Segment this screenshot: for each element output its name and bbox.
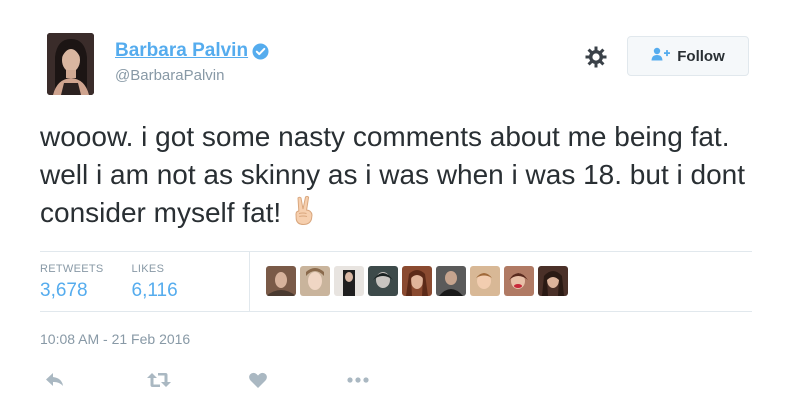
like-icon[interactable]: [248, 370, 268, 390]
liker-avatar[interactable]: [266, 266, 296, 296]
tweet-text: wooow. i got some nasty comments about m…: [40, 118, 760, 232]
author-avatar[interactable]: [47, 33, 94, 95]
add-user-icon: [651, 47, 671, 66]
gear-icon[interactable]: [584, 45, 608, 69]
liker-avatar[interactable]: [504, 266, 534, 296]
victory-hand-emoji: [289, 194, 319, 226]
stats-top-divider: [40, 251, 752, 252]
more-icon[interactable]: [346, 370, 372, 390]
tweet-card: Barbara Palvin @BarbaraPalvin Follow woo…: [0, 0, 795, 410]
author-display-name[interactable]: Barbara Palvin: [115, 40, 248, 62]
liker-avatar[interactable]: [334, 266, 364, 296]
liker-avatars: [266, 266, 568, 296]
retweets-stat[interactable]: RETWEETS 3,678: [40, 262, 104, 303]
verified-badge-icon: [252, 43, 269, 60]
author-block: Barbara Palvin @BarbaraPalvin: [115, 40, 269, 85]
retweet-icon[interactable]: [146, 370, 172, 390]
follow-button[interactable]: Follow: [627, 36, 749, 76]
likes-label: LIKES: [131, 263, 165, 275]
liker-avatar[interactable]: [368, 266, 398, 296]
tweet-stats: RETWEETS 3,678 LIKES 6,116: [40, 262, 206, 303]
reply-icon[interactable]: [44, 370, 66, 390]
tweet-text-body: wooow. i got some nasty comments about m…: [40, 121, 746, 228]
stats-bottom-divider: [40, 311, 752, 312]
liker-avatar[interactable]: [402, 266, 432, 296]
liker-avatar[interactable]: [538, 266, 568, 296]
follow-button-label: Follow: [677, 47, 725, 65]
liker-avatar[interactable]: [300, 266, 330, 296]
liker-avatar[interactable]: [470, 266, 500, 296]
likes-stat[interactable]: LIKES 6,116: [132, 262, 178, 303]
stats-separator: [249, 251, 250, 311]
liker-avatar[interactable]: [436, 266, 466, 296]
author-handle[interactable]: @BarbaraPalvin: [115, 67, 269, 85]
tweet-timestamp[interactable]: 10:08 AM - 21 Feb 2016: [40, 330, 190, 348]
likes-count: 6,116: [131, 280, 178, 301]
retweets-count: 3,678: [40, 280, 88, 301]
retweets-label: RETWEETS: [40, 263, 104, 275]
author-name-row: Barbara Palvin: [115, 40, 269, 62]
